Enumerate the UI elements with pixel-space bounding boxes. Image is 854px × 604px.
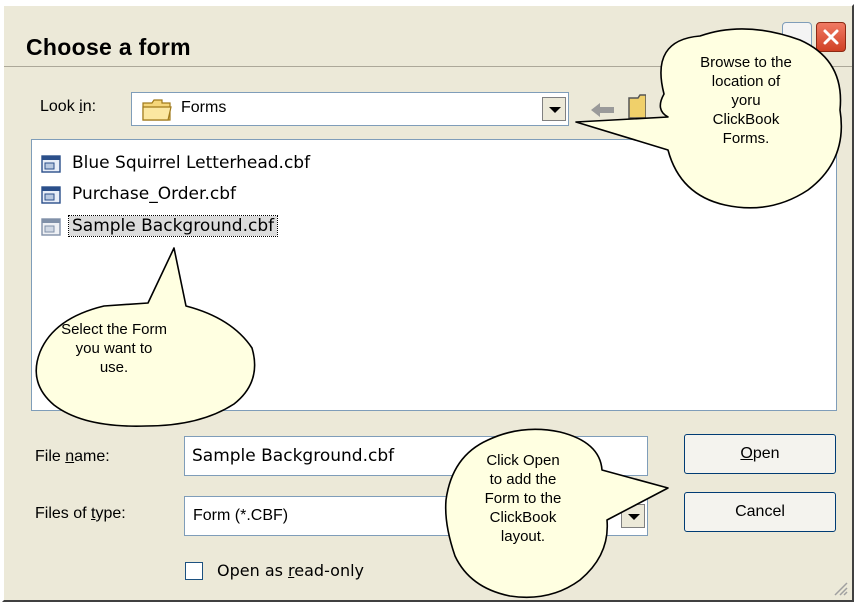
cbf-file-icon — [41, 155, 61, 173]
cbf-file-icon — [41, 218, 61, 236]
back-arrow-icon — [591, 103, 614, 117]
look-in-dropdown-arrow[interactable] — [542, 97, 566, 121]
open-callout-text: Click Open to add the Form to the ClickB… — [484, 452, 562, 545]
file-name: Sample Background.cbf — [67, 215, 279, 237]
back-button[interactable] — [587, 94, 619, 124]
open-button[interactable]: Open — [684, 434, 836, 474]
cancel-button[interactable]: Cancel — [684, 492, 836, 532]
look-in-value: Forms — [181, 99, 227, 116]
up-folder-button[interactable] — [626, 90, 646, 120]
file-type-label: Files of type: — [35, 505, 126, 522]
help-button[interactable] — [782, 22, 812, 52]
select-callout-text: Select the Form you want to use. — [61, 321, 167, 376]
look-in-label: Look in: — [40, 98, 97, 115]
file-name: Blue Squirrel Letterhead.cbf — [72, 153, 311, 173]
window-title: Choose a form — [26, 34, 191, 60]
file-name-label: File name: — [35, 448, 110, 465]
browse-callout-text: Browse to the location of yoru ClickBook… — [700, 54, 792, 147]
folder-icon — [142, 99, 172, 121]
read-only-label[interactable]: Open as read-only — [217, 561, 364, 580]
close-icon — [823, 29, 839, 45]
read-only-checkbox[interactable] — [185, 562, 203, 580]
file-type-value: Form (*.CBF) — [193, 507, 289, 524]
up-folder-icon — [628, 94, 646, 119]
resize-grip[interactable] — [830, 578, 848, 596]
file-type-dropdown-arrow[interactable] — [621, 504, 645, 528]
file-name: Purchase_Order.cbf — [72, 184, 236, 204]
close-button[interactable] — [816, 22, 846, 52]
cbf-file-icon — [41, 186, 61, 204]
look-in-dropdown[interactable]: Forms — [131, 92, 569, 126]
